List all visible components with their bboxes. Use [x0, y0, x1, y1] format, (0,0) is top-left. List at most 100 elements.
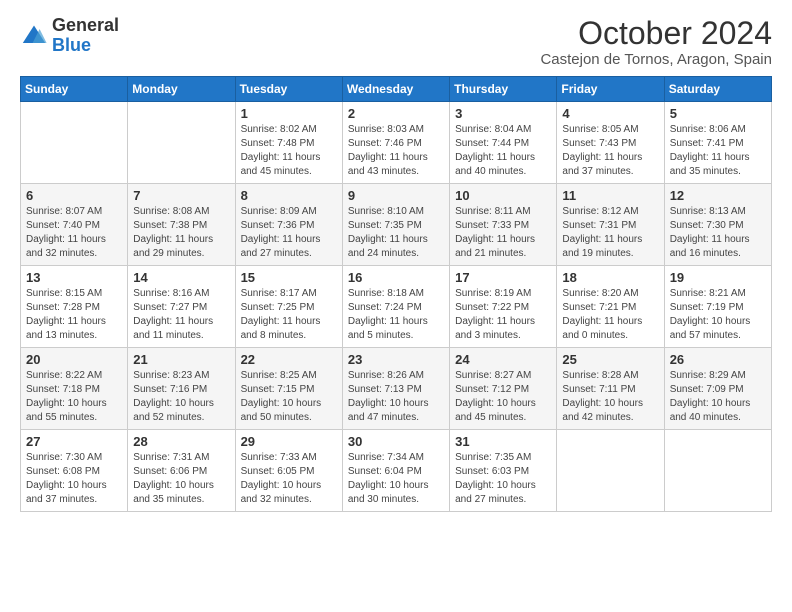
day-info: Sunrise: 8:23 AM Sunset: 7:16 PM Dayligh… — [133, 369, 229, 425]
day-info: Sunrise: 8:03 AM Sunset: 7:46 PM Dayligh… — [348, 123, 444, 179]
day-number: 29 — [241, 434, 337, 449]
calendar-cell: 11Sunrise: 8:12 AM Sunset: 7:31 PM Dayli… — [557, 184, 664, 266]
weekday-header-friday: Friday — [557, 77, 664, 102]
day-info: Sunrise: 8:28 AM Sunset: 7:11 PM Dayligh… — [562, 369, 658, 425]
logo-icon — [20, 22, 48, 50]
day-info: Sunrise: 7:31 AM Sunset: 6:06 PM Dayligh… — [133, 451, 229, 507]
day-number: 9 — [348, 188, 444, 203]
day-info: Sunrise: 8:16 AM Sunset: 7:27 PM Dayligh… — [133, 287, 229, 343]
logo-blue: Blue — [52, 35, 91, 55]
day-number: 14 — [133, 270, 229, 285]
calendar-cell: 26 Sunrise: 8:29 AM Sunset: 7:09 PM Dayli… — [664, 348, 771, 430]
calendar-cell — [664, 430, 771, 512]
day-number: 23 — [348, 352, 444, 367]
calendar-cell: 21 Sunrise: 8:23 AM Sunset: 7:16 PM Dayli… — [128, 348, 235, 430]
month-title: October 2024 — [540, 16, 772, 51]
day-number: 1 — [241, 106, 337, 121]
day-number: 2 — [348, 106, 444, 121]
calendar-cell: 5 Sunrise: 8:06 AM Sunset: 7:41 PM Daylig… — [664, 102, 771, 184]
day-info: Sunrise: 8:12 AM Sunset: 7:31 PM Dayligh… — [562, 205, 658, 261]
day-info: Sunrise: 7:34 AM Sunset: 6:04 PM Dayligh… — [348, 451, 444, 507]
day-info: Sunrise: 8:21 AM Sunset: 7:19 PM Dayligh… — [670, 287, 766, 343]
day-info: Sunrise: 8:15 AM Sunset: 7:28 PM Dayligh… — [26, 287, 122, 343]
day-info: Sunrise: 8:18 AM Sunset: 7:24 PM Dayligh… — [348, 287, 444, 343]
calendar-cell: 15Sunrise: 8:17 AM Sunset: 7:25 PM Dayli… — [235, 266, 342, 348]
weekday-header-sunday: Sunday — [21, 77, 128, 102]
day-info: Sunrise: 7:35 AM Sunset: 6:03 PM Dayligh… — [455, 451, 551, 507]
calendar-cell: 13Sunrise: 8:15 AM Sunset: 7:28 PM Dayli… — [21, 266, 128, 348]
day-number: 26 — [670, 352, 766, 367]
calendar-cell: 23Sunrise: 8:26 AM Sunset: 7:13 PM Dayli… — [342, 348, 449, 430]
calendar-cell: 20 Sunrise: 8:22 AM Sunset: 7:18 PM Dayli… — [21, 348, 128, 430]
calendar-cell: 27Sunrise: 7:30 AM Sunset: 6:08 PM Dayli… — [21, 430, 128, 512]
calendar-cell: 6 Sunrise: 8:07 AM Sunset: 7:40 PM Daylig… — [21, 184, 128, 266]
day-number: 31 — [455, 434, 551, 449]
day-info: Sunrise: 8:10 AM Sunset: 7:35 PM Dayligh… — [348, 205, 444, 261]
calendar-cell: 30Sunrise: 7:34 AM Sunset: 6:04 PM Dayli… — [342, 430, 449, 512]
day-number: 18 — [562, 270, 658, 285]
day-number: 16 — [348, 270, 444, 285]
calendar-table: SundayMondayTuesdayWednesdayThursdayFrid… — [20, 76, 772, 512]
day-number: 12 — [670, 188, 766, 203]
calendar-week-5: 27Sunrise: 7:30 AM Sunset: 6:08 PM Dayli… — [21, 430, 772, 512]
calendar-cell — [557, 430, 664, 512]
weekday-header-wednesday: Wednesday — [342, 77, 449, 102]
day-info: Sunrise: 8:17 AM Sunset: 7:25 PM Dayligh… — [241, 287, 337, 343]
calendar-cell: 14 Sunrise: 8:16 AM Sunset: 7:27 PM Dayli… — [128, 266, 235, 348]
day-info: Sunrise: 8:09 AM Sunset: 7:36 PM Dayligh… — [241, 205, 337, 261]
calendar-cell: 16 Sunrise: 8:18 AM Sunset: 7:24 PM Dayli… — [342, 266, 449, 348]
day-info: Sunrise: 8:19 AM Sunset: 7:22 PM Dayligh… — [455, 287, 551, 343]
calendar-week-2: 6 Sunrise: 8:07 AM Sunset: 7:40 PM Daylig… — [21, 184, 772, 266]
calendar-week-1: 1 Sunrise: 8:02 AM Sunset: 7:48 PM Daylig… — [21, 102, 772, 184]
weekday-header-thursday: Thursday — [450, 77, 557, 102]
day-number: 7 — [133, 188, 229, 203]
calendar-cell: 8 Sunrise: 8:09 AM Sunset: 7:36 PM Daylig… — [235, 184, 342, 266]
calendar-week-3: 13Sunrise: 8:15 AM Sunset: 7:28 PM Dayli… — [21, 266, 772, 348]
day-number: 24 — [455, 352, 551, 367]
calendar-cell: 28 Sunrise: 7:31 AM Sunset: 6:06 PM Dayli… — [128, 430, 235, 512]
calendar-cell: 9 Sunrise: 8:10 AM Sunset: 7:35 PM Daylig… — [342, 184, 449, 266]
day-info: Sunrise: 8:22 AM Sunset: 7:18 PM Dayligh… — [26, 369, 122, 425]
day-info: Sunrise: 8:20 AM Sunset: 7:21 PM Dayligh… — [562, 287, 658, 343]
day-number: 3 — [455, 106, 551, 121]
weekday-header-saturday: Saturday — [664, 77, 771, 102]
calendar-cell: 3 Sunrise: 8:04 AM Sunset: 7:44 PM Daylig… — [450, 102, 557, 184]
day-number: 5 — [670, 106, 766, 121]
calendar-cell: 18 Sunrise: 8:20 AM Sunset: 7:21 PM Dayli… — [557, 266, 664, 348]
calendar-cell: 25 Sunrise: 8:28 AM Sunset: 7:11 PM Dayli… — [557, 348, 664, 430]
calendar-cell: 12Sunrise: 8:13 AM Sunset: 7:30 PM Dayli… — [664, 184, 771, 266]
day-number: 10 — [455, 188, 551, 203]
calendar-cell: 1 Sunrise: 8:02 AM Sunset: 7:48 PM Daylig… — [235, 102, 342, 184]
day-number: 19 — [670, 270, 766, 285]
calendar-cell: 7Sunrise: 8:08 AM Sunset: 7:38 PM Daylig… — [128, 184, 235, 266]
day-info: Sunrise: 8:04 AM Sunset: 7:44 PM Dayligh… — [455, 123, 551, 179]
calendar-cell: 2 Sunrise: 8:03 AM Sunset: 7:46 PM Daylig… — [342, 102, 449, 184]
calendar-cell: 24Sunrise: 8:27 AM Sunset: 7:12 PM Dayli… — [450, 348, 557, 430]
day-number: 28 — [133, 434, 229, 449]
calendar-cell: 4Sunrise: 8:05 AM Sunset: 7:43 PM Daylig… — [557, 102, 664, 184]
day-number: 4 — [562, 106, 658, 121]
day-number: 27 — [26, 434, 122, 449]
day-info: Sunrise: 8:29 AM Sunset: 7:09 PM Dayligh… — [670, 369, 766, 425]
day-number: 8 — [241, 188, 337, 203]
day-info: Sunrise: 8:25 AM Sunset: 7:15 PM Dayligh… — [241, 369, 337, 425]
calendar-cell: 31 Sunrise: 7:35 AM Sunset: 6:03 PM Dayli… — [450, 430, 557, 512]
calendar-cell — [21, 102, 128, 184]
day-info: Sunrise: 8:02 AM Sunset: 7:48 PM Dayligh… — [241, 123, 337, 179]
page-header: General Blue October 2024 Castejon de To… — [20, 16, 772, 68]
day-info: Sunrise: 8:06 AM Sunset: 7:41 PM Dayligh… — [670, 123, 766, 179]
calendar-cell: 10Sunrise: 8:11 AM Sunset: 7:33 PM Dayli… — [450, 184, 557, 266]
day-number: 25 — [562, 352, 658, 367]
day-number: 6 — [26, 188, 122, 203]
day-number: 21 — [133, 352, 229, 367]
day-number: 20 — [26, 352, 122, 367]
day-info: Sunrise: 8:07 AM Sunset: 7:40 PM Dayligh… — [26, 205, 122, 261]
weekday-header-monday: Monday — [128, 77, 235, 102]
page-container: General Blue October 2024 Castejon de To… — [0, 0, 792, 524]
logo-text: General Blue — [52, 16, 119, 56]
calendar-cell: 17 Sunrise: 8:19 AM Sunset: 7:22 PM Dayli… — [450, 266, 557, 348]
day-number: 17 — [455, 270, 551, 285]
calendar-cell: 19 Sunrise: 8:21 AM Sunset: 7:19 PM Dayli… — [664, 266, 771, 348]
calendar-cell: 29Sunrise: 7:33 AM Sunset: 6:05 PM Dayli… — [235, 430, 342, 512]
calendar-week-4: 20 Sunrise: 8:22 AM Sunset: 7:18 PM Dayli… — [21, 348, 772, 430]
